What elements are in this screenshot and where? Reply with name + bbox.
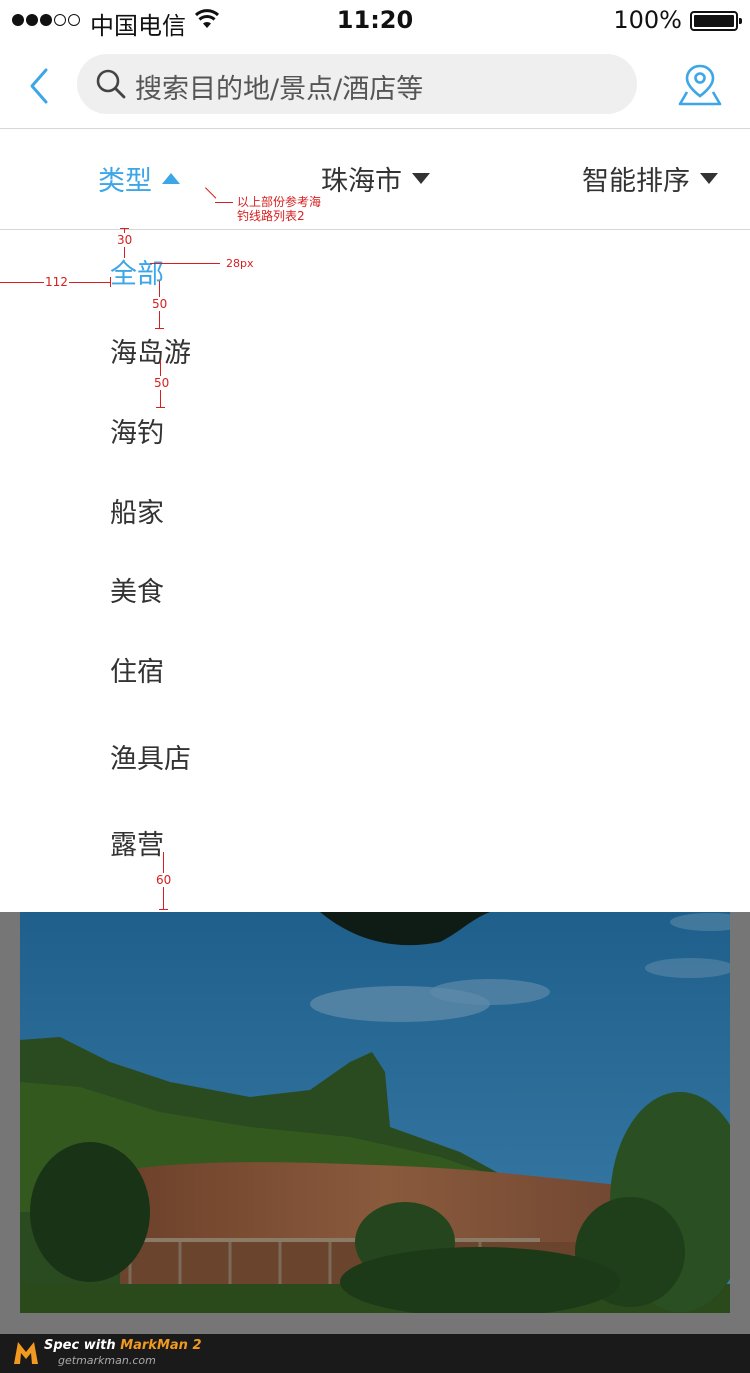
annotation-note-line: 以上部份参考海 xyxy=(237,195,322,209)
footer-spec-text: Spec with xyxy=(44,1338,121,1353)
dropdown-item-food[interactable]: 美食 xyxy=(110,570,164,609)
annotation-label: 60 xyxy=(156,873,172,887)
battery-percent: 100% xyxy=(613,6,682,34)
annotation-tick xyxy=(155,328,164,329)
annotation-label: 112 xyxy=(44,275,69,289)
annotation-tick xyxy=(156,407,165,408)
dropdown-item-tackle-shop[interactable]: 渔具店 xyxy=(110,737,191,776)
chevron-left-icon xyxy=(30,68,48,104)
footer-brand-text: MarkMan 2 xyxy=(120,1338,202,1353)
markman-url: getmarkman.com xyxy=(58,1354,156,1367)
filter-tab-label: 智能排序 xyxy=(582,166,690,197)
dropdown-item-sea-fishing[interactable]: 海钓 xyxy=(110,411,164,450)
filter-bar: 类型 珠海市 智能排序 xyxy=(0,129,750,230)
battery-icon xyxy=(690,11,742,31)
map-pin-icon xyxy=(678,64,722,106)
filter-tab-city[interactable]: 珠海市 xyxy=(321,159,430,198)
search-icon xyxy=(95,68,127,104)
annotation-label: 50 xyxy=(154,376,170,390)
annotation-label: 50 xyxy=(152,297,168,311)
annotation-leader xyxy=(215,202,233,203)
navigation-bar: 搜索目的地/景点/酒店等 xyxy=(0,42,750,129)
annotation-label: 30 xyxy=(117,233,133,247)
dropdown-item-boat-host[interactable]: 船家 xyxy=(110,491,164,530)
back-button[interactable] xyxy=(22,64,58,108)
type-dropdown-list: 全部 海岛游 海钓 船家 美食 住宿 渔具店 露营 xyxy=(0,230,750,912)
markman-title: Spec with MarkMan 2 xyxy=(44,1338,202,1353)
dropdown-item-island-tour[interactable]: 海岛游 xyxy=(110,331,191,370)
caret-down-icon xyxy=(412,173,430,184)
dropdown-item-all[interactable]: 全部 xyxy=(110,252,164,291)
annotation-note: 以上部份参考海 钓线路列表2 xyxy=(237,195,321,223)
dropdown-item-camping[interactable]: 露营 xyxy=(110,823,164,862)
markman-logo-icon xyxy=(12,1340,40,1370)
annotation-label: 28px xyxy=(226,257,254,270)
search-placeholder: 搜索目的地/景点/酒店等 xyxy=(135,74,424,105)
landscape-photo xyxy=(20,912,730,1313)
annotation-note-line: 钓线路列表2 xyxy=(237,209,305,223)
status-bar: 中国电信 11:20 100% xyxy=(0,0,750,42)
annotation-tick xyxy=(120,228,129,229)
markman-footer: Spec with MarkMan 2 getmarkman.com xyxy=(0,1334,750,1373)
dropdown-item-lodging[interactable]: 住宿 xyxy=(110,650,164,689)
location-button[interactable] xyxy=(678,62,722,108)
annotation-tick xyxy=(110,277,111,287)
dim-overlay[interactable] xyxy=(0,912,750,1334)
filter-tab-type[interactable]: 类型 xyxy=(98,159,180,198)
annotation-leader xyxy=(150,263,220,264)
filter-tab-label: 珠海市 xyxy=(321,166,402,197)
caret-down-icon xyxy=(700,173,718,184)
filter-tab-sort[interactable]: 智能排序 xyxy=(582,159,718,198)
filter-tab-label: 类型 xyxy=(98,166,152,197)
annotation-tick xyxy=(159,909,168,910)
caret-up-icon xyxy=(162,173,180,184)
search-input[interactable]: 搜索目的地/景点/酒店等 xyxy=(77,54,637,114)
